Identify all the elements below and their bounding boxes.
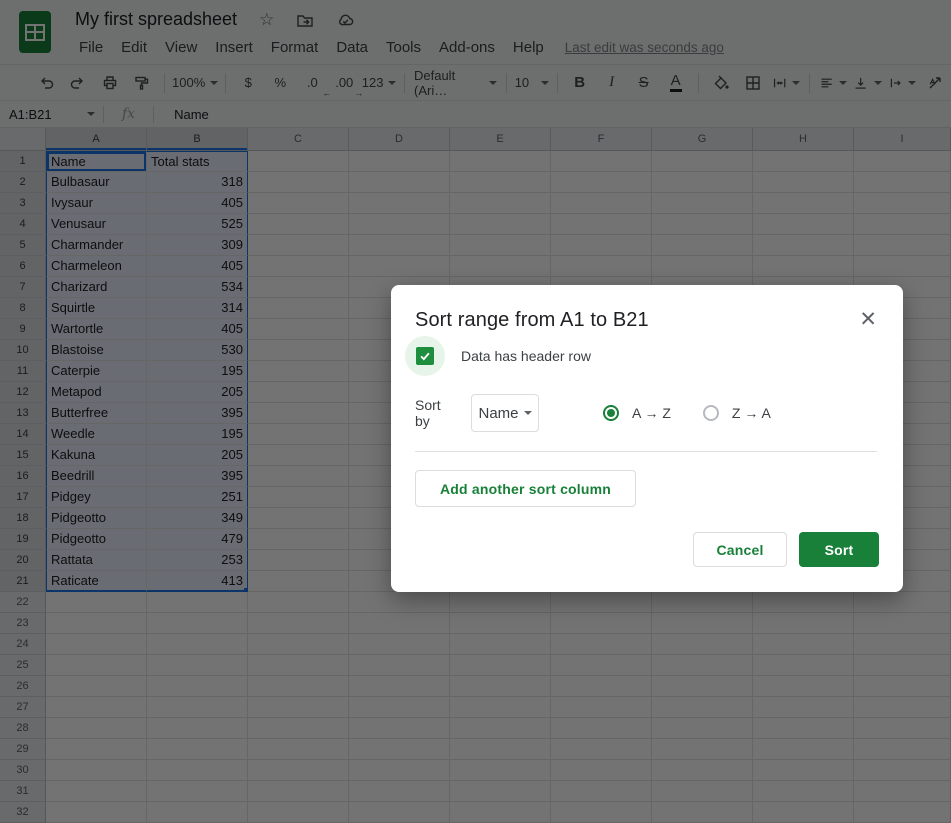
header-row-checkbox-label[interactable]: Data has header row <box>461 348 591 364</box>
cancel-button[interactable]: Cancel <box>693 532 787 567</box>
sort-column-select[interactable]: Name <box>471 394 539 432</box>
radio-z-to-a-dot[interactable] <box>702 405 719 421</box>
radio-z-to-a[interactable]: Z → A <box>702 405 771 421</box>
add-sort-column-button[interactable]: Add another sort column <box>415 470 637 507</box>
sort-range-dialog: Sort range from A1 to B21 ✕ Data has hea… <box>391 285 903 592</box>
radio-a-to-z[interactable]: A → Z <box>603 405 671 421</box>
radio-a-to-z-dot[interactable] <box>603 405 619 421</box>
dialog-title: Sort range from A1 to B21 <box>415 309 649 331</box>
header-row-checkbox[interactable] <box>405 336 445 376</box>
sort-button[interactable]: Sort <box>799 532 879 567</box>
close-icon[interactable]: ✕ <box>857 309 879 330</box>
sort-by-label: Sort by <box>415 397 441 429</box>
